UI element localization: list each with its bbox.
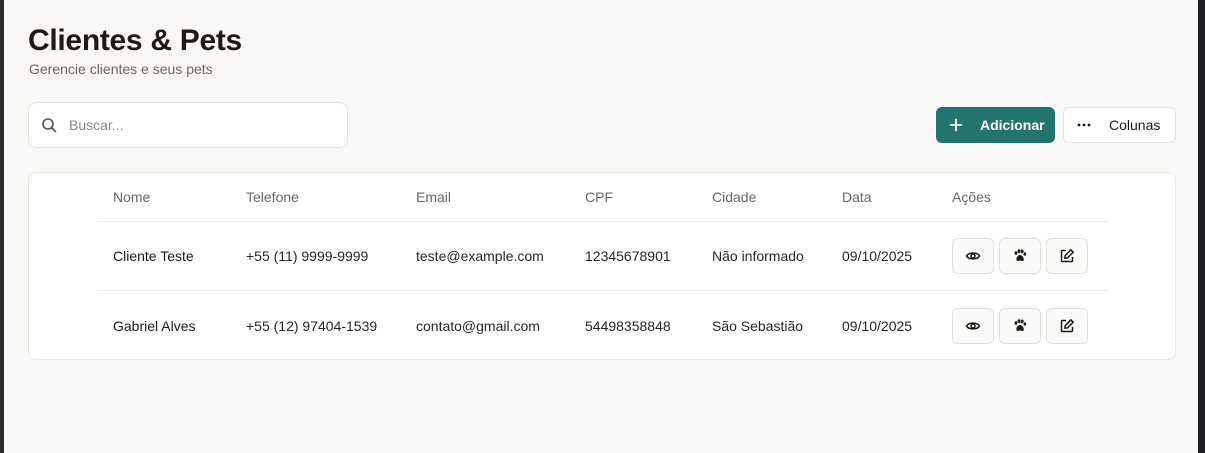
cell-telefone: +55 (11) 9999-9999 [246,248,369,264]
edit-icon [1060,318,1074,332]
page-title: Clientes & Pets [28,24,242,57]
eye-icon [965,321,981,330]
cell-nome: Gabriel Alves [113,317,196,334]
view-button[interactable] [952,307,994,344]
search-box [28,102,348,148]
cell-cpf: 12345678901 [585,248,671,264]
cell-email: contato@gmail.com [416,317,540,334]
cell-data: 09/10/2025 [842,248,913,264]
clients-table: Nome Telefone Email CPF Cidade Data Açõe… [28,172,1176,360]
app-window: Clientes & Pets Gerencie clientes e seus… [4,0,1198,453]
columns-button-label: Colunas [1109,117,1161,133]
column-header-cidade[interactable]: Cidade [712,173,756,221]
cell-cidade: São Sebastião [712,317,804,334]
cell-telefone: +55 (12) 97404-1539 [246,317,378,334]
plus-icon [948,117,964,133]
paw-icon [1014,249,1027,261]
pets-button[interactable] [999,238,1041,274]
view-button[interactable] [952,238,994,274]
column-header-nome[interactable]: Nome [113,173,150,221]
cell-nome: Cliente Teste [113,248,194,264]
column-header-data[interactable]: Data [842,173,872,221]
edit-button[interactable] [1046,307,1088,344]
table-row[interactable]: Cliente Teste +55 (11) 9999-9999 teste@e… [97,222,1109,291]
paw-icon [1014,318,1027,331]
table-row[interactable]: Gabriel Alves +55 (12) 97404-1539 contat… [97,291,1109,360]
cell-cpf: 54498358848 [585,317,671,334]
column-header-acoes: Ações [952,189,991,205]
pets-button[interactable] [999,307,1041,344]
search-input[interactable] [69,117,319,133]
cell-cidade: Não informado [712,248,804,264]
window-scrollbar[interactable] [1198,0,1205,453]
columns-button[interactable]: Colunas [1063,107,1176,143]
edit-button[interactable] [1046,238,1088,274]
page-subtitle: Gerencie clientes e seus pets [29,61,213,77]
add-button-label: Adicionar [980,117,1045,133]
cell-email: teste@example.com [416,248,544,264]
more-horizontal-icon [1077,123,1091,127]
cell-data: 09/10/2025 [842,317,913,334]
cell-acoes [952,222,1088,290]
cell-acoes [952,291,1088,360]
edit-icon [1060,249,1074,263]
search-icon [41,117,57,133]
eye-icon [965,252,981,260]
column-header-cpf[interactable]: CPF [585,173,613,221]
table-header-row: Nome Telefone Email CPF Cidade Data Açõe… [97,173,1109,222]
column-header-email[interactable]: Email [416,173,451,221]
column-header-telefone[interactable]: Telefone [246,173,299,221]
add-client-button[interactable]: Adicionar [936,107,1055,143]
